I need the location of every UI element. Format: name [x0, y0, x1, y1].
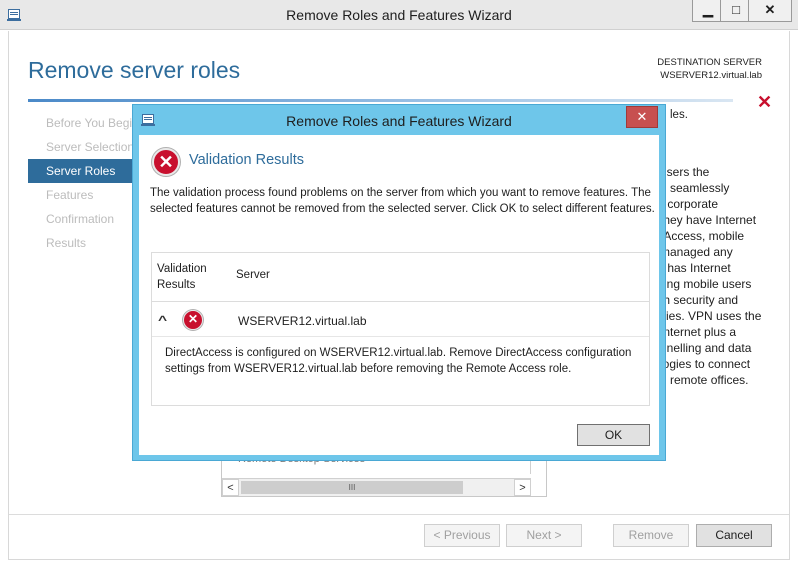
description-line: they have Internet — [660, 213, 757, 227]
description-line: cies. VPN uses the — [660, 309, 762, 323]
dialog-close-button[interactable]: ✕ — [626, 106, 658, 128]
description-line: logies to connect — [660, 357, 751, 371]
description-line: nnelling and data — [660, 341, 752, 355]
scroll-thumb[interactable]: III — [241, 481, 463, 494]
page-title: Remove server roles — [28, 57, 241, 83]
step-server-roles[interactable]: Server Roles — [28, 159, 138, 183]
column-header-server[interactable]: Server — [236, 269, 270, 281]
outer-window-title: Remove Roles and Features Wizard — [286, 7, 512, 23]
outer-titlebar[interactable]: Remove Roles and Features Wizard ▁ □ ✕ — [0, 0, 798, 30]
description-line: r has Internet — [660, 261, 731, 275]
ok-button[interactable]: OK — [577, 424, 650, 446]
wizard-steps-nav: Before You Begin Server Selection Server… — [28, 111, 138, 255]
validation-message: The validation process found problems on… — [150, 187, 655, 215]
validation-heading: Validation Results — [189, 152, 304, 168]
description-line: Internet plus a — [660, 325, 737, 339]
description-line: tAccess, mobile — [660, 229, 745, 243]
role-description-fragment: les. — [670, 109, 688, 121]
row-server-name: WSERVER12.virtual.lab — [238, 314, 367, 328]
step-confirmation[interactable]: Confirmation — [28, 207, 138, 231]
cancel-button[interactable]: Cancel — [696, 524, 772, 547]
row-error-detail: DirectAccess is configured on WSERVER12.… — [165, 347, 632, 375]
description-line: r corporate — [660, 197, 719, 211]
previous-button[interactable]: < Previous — [424, 524, 500, 547]
error-icon: ✕ — [152, 148, 180, 176]
progress-bar — [28, 99, 733, 102]
destination-label: DESTINATION SERVER — [657, 57, 762, 68]
description-line: th security and — [660, 293, 739, 307]
description-line: g seamlessly — [660, 181, 730, 195]
step-before-you-begin[interactable]: Before You Begin — [28, 111, 138, 135]
collapse-chevron-icon[interactable]: ^ — [158, 313, 167, 327]
destination-server-name: WSERVER12.virtual.lab — [660, 70, 762, 81]
step-server-selection[interactable]: Server Selection — [28, 135, 138, 159]
footer-divider — [9, 514, 789, 515]
next-button[interactable]: Next > — [506, 524, 582, 547]
step-results[interactable]: Results — [28, 231, 138, 255]
role-description: users the g seamlessly r corporate they … — [660, 165, 790, 389]
description-line: d remote offices. — [660, 373, 749, 387]
validation-results-table: Validation Results Server ^ ✕ WSERVER12.… — [151, 252, 650, 406]
description-line: managed any — [660, 245, 733, 259]
scroll-right-button[interactable]: > — [514, 479, 531, 496]
horizontal-scrollbar[interactable]: < III > — [222, 478, 531, 496]
row-error-icon: ✕ — [183, 310, 203, 330]
dialog-body: ✕ Validation Results The validation proc… — [139, 135, 659, 455]
description-line: users the — [660, 165, 710, 179]
destination-server-info: DESTINATION SERVER WSERVER12.virtual.lab — [657, 56, 762, 82]
dialog-title: Remove Roles and Features Wizard — [286, 113, 512, 129]
remove-button[interactable]: Remove — [613, 524, 689, 547]
step-features[interactable]: Features — [28, 183, 138, 207]
window-close-button[interactable]: ✕ — [748, 0, 792, 22]
error-close-icon[interactable]: ✕ — [757, 92, 772, 113]
row-divider — [152, 336, 649, 337]
header-divider — [152, 301, 649, 302]
scroll-left-button[interactable]: < — [222, 479, 239, 496]
column-header-validation[interactable]: Validation Results — [157, 261, 227, 293]
validation-dialog: Remove Roles and Features Wizard ✕ ✕ Val… — [132, 104, 666, 461]
description-line: ring mobile users — [660, 277, 752, 291]
